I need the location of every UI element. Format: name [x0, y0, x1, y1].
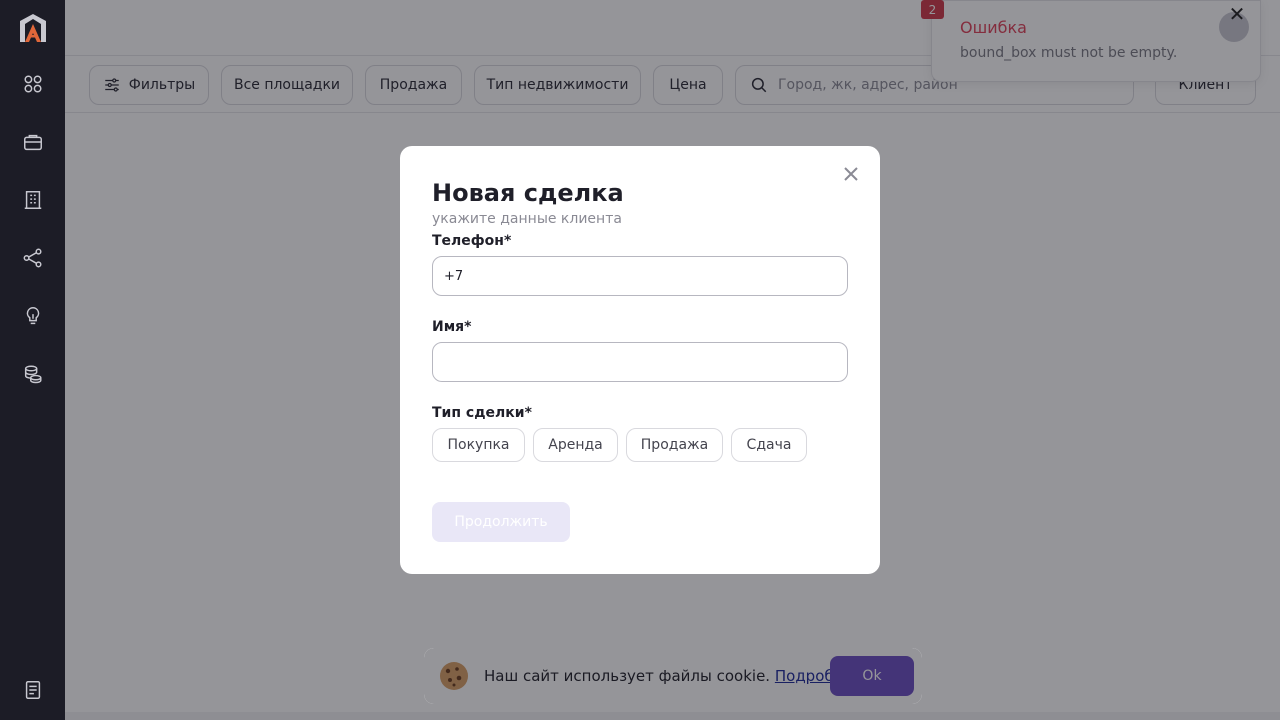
building-icon[interactable]	[21, 188, 45, 212]
name-label: Имя*	[432, 319, 472, 335]
document-icon[interactable]	[21, 678, 45, 702]
cookie-icon	[438, 660, 470, 692]
cookie-ok-button[interactable]: Ok	[830, 656, 914, 696]
modal-subtitle: укажите данные клиента	[432, 211, 622, 227]
modal-title: Новая сделка	[432, 179, 624, 207]
cookie-banner: Наш сайт использует файлы cookie. Подроб…	[424, 648, 922, 704]
logo-icon[interactable]	[17, 12, 49, 44]
deal-type-sale[interactable]: Продажа	[626, 428, 723, 462]
phone-input[interactable]	[433, 257, 847, 295]
deal-type-purchase[interactable]: Покупка	[432, 428, 525, 462]
briefcase-icon[interactable]	[21, 130, 45, 154]
grid-icon[interactable]	[21, 72, 45, 96]
sidebar	[0, 0, 65, 720]
name-input[interactable]	[433, 343, 847, 381]
coins-icon[interactable]	[21, 362, 45, 386]
deal-type-rent[interactable]: Аренда	[533, 428, 618, 462]
share-icon[interactable]	[21, 246, 45, 270]
continue-button[interactable]: Продолжить	[432, 502, 570, 542]
phone-label: Телефон*	[432, 233, 512, 249]
phone-field-wrapper	[432, 256, 848, 296]
new-deal-modal: Новая сделка укажите данные клиента Теле…	[400, 146, 880, 574]
close-icon[interactable]	[840, 163, 862, 185]
cookie-message: Наш сайт использует файлы cookie.	[484, 667, 771, 685]
name-field-wrapper	[432, 342, 848, 382]
cookie-text: Наш сайт использует файлы cookie. Подроб…	[484, 667, 862, 685]
deal-type-label: Тип сделки*	[432, 405, 532, 421]
lightbulb-icon[interactable]	[21, 304, 45, 328]
deal-type-lease[interactable]: Сдача	[731, 428, 807, 462]
